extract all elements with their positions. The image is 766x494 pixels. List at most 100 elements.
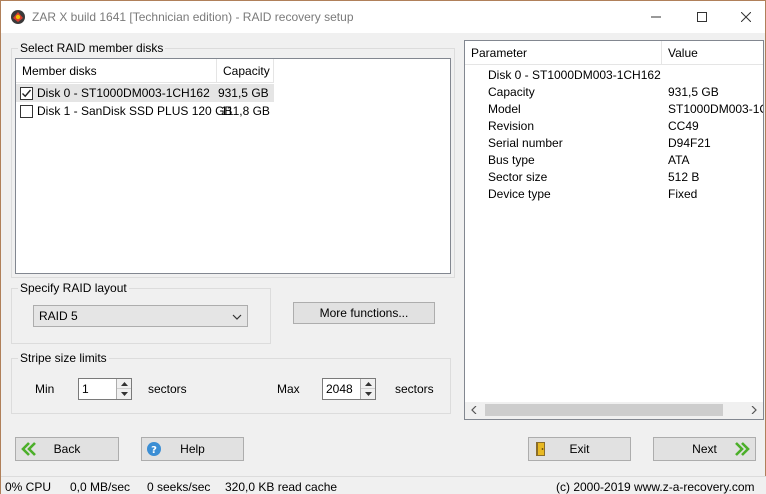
disk-0-name: Disk 0 - ST1000DM003-1CH162 <box>37 86 210 100</box>
arrow-up-icon <box>120 381 128 386</box>
close-icon <box>741 12 751 22</box>
stripe-min-decrement[interactable] <box>117 389 131 399</box>
checkmark-icon <box>22 89 32 97</box>
stripe-min-spin-buttons <box>116 379 131 399</box>
property-name: Device type <box>488 187 551 201</box>
raid-layout-group-label: Specify RAID layout <box>18 281 129 295</box>
property-row: Device type Fixed <box>465 186 763 203</box>
property-row: Serial number D94F21 <box>465 135 763 152</box>
window-title: ZAR X build 1641 [Technician edition) - … <box>32 10 354 24</box>
next-button-label: Next <box>692 442 717 456</box>
back-button[interactable]: Back <box>15 437 119 461</box>
help-button-label: Help <box>180 442 205 456</box>
property-value: 931,5 GB <box>668 85 719 99</box>
main-window: ZAR X build 1641 [Technician edition) - … <box>0 0 766 494</box>
property-name: Revision <box>488 119 535 133</box>
property-row: Bus type ATA <box>465 152 763 169</box>
more-functions-button[interactable]: More functions... <box>293 302 435 324</box>
scroll-left-icon[interactable] <box>470 406 478 414</box>
arrow-down-icon <box>120 392 128 396</box>
maximize-button[interactable] <box>679 1 725 33</box>
close-button[interactable] <box>723 1 766 33</box>
property-name: Bus type <box>488 153 535 167</box>
double-chevron-right-icon <box>735 442 750 456</box>
properties-heading: Disk 0 - ST1000DM003-1CH162 <box>488 68 661 82</box>
properties-heading-row: Disk 0 - ST1000DM003-1CH162 <box>465 67 763 84</box>
stripe-min-stepper[interactable]: 1 <box>78 378 132 400</box>
stripe-min-increment[interactable] <box>117 379 131 389</box>
stripe-max-spin-buttons <box>360 379 375 399</box>
scrollbar-thumb[interactable] <box>485 404 723 416</box>
back-button-label: Back <box>53 442 81 456</box>
column-header-value[interactable]: Value <box>662 41 763 65</box>
exit-button[interactable]: Exit <box>528 437 631 461</box>
property-name: Capacity <box>488 85 535 99</box>
disk-1-checkbox[interactable] <box>20 104 33 118</box>
raid-layout-select[interactable]: RAID 5 <box>33 305 248 327</box>
chevron-down-icon <box>232 314 242 320</box>
help-icon: ? <box>147 442 161 456</box>
stripe-min-value: 1 <box>82 382 89 396</box>
properties-horizontal-scrollbar[interactable] <box>465 402 763 419</box>
property-value: Fixed <box>668 187 698 201</box>
scroll-right-icon[interactable] <box>750 406 758 414</box>
disk-0-checkbox[interactable] <box>20 86 33 100</box>
disk-row-1[interactable]: Disk 1 - SanDisk SSD PLUS 120 GB 111,8 G… <box>16 102 274 120</box>
disk-0-capacity: 931,5 GB <box>217 86 269 100</box>
property-value: 512 B <box>668 170 700 184</box>
disk-properties-panel[interactable]: Parameter Value Disk 0 - ST1000DM003-1CH… <box>464 40 764 420</box>
status-throughput: 0,0 MB/sec <box>70 480 131 494</box>
member-disks-list[interactable]: Member disks Capacity Disk 0 - ST1000DM0… <box>15 58 451 274</box>
stripe-max-label: Max <box>277 382 300 396</box>
double-chevron-left-icon <box>21 442 36 456</box>
property-row: Model ST1000DM003-1CH <box>465 101 763 118</box>
stripe-max-increment[interactable] <box>361 379 375 389</box>
disk-1-name: Disk 1 - SanDisk SSD PLUS 120 GB <box>37 104 233 118</box>
title-bar: ZAR X build 1641 [Technician edition) - … <box>1 1 765 33</box>
stripe-size-group-label: Stripe size limits <box>18 351 109 365</box>
help-button[interactable]: ? Help <box>141 437 244 461</box>
property-row: Revision CC49 <box>465 118 763 135</box>
property-name: Serial number <box>488 136 563 150</box>
raid-layout-group: Specify RAID layout RAID 5 <box>11 281 271 344</box>
property-value: CC49 <box>668 119 699 133</box>
disk-row-0[interactable]: Disk 0 - ST1000DM003-1CH162 931,5 GB <box>16 84 274 102</box>
stripe-min-label: Min <box>35 382 55 396</box>
app-logo-icon <box>10 9 26 25</box>
status-cpu: 0% CPU <box>5 480 52 494</box>
stripe-min-unit: sectors <box>148 382 187 396</box>
stripe-max-stepper[interactable]: 2048 <box>322 378 376 400</box>
stripe-size-group: Stripe size limits Min 1 sectors Max 204… <box>11 351 451 414</box>
arrow-up-icon <box>364 381 372 386</box>
column-header-member-disks[interactable]: Member disks <box>16 59 217 83</box>
exit-button-label: Exit <box>569 442 590 456</box>
next-button[interactable]: Next <box>653 437 756 461</box>
maximize-icon <box>697 12 707 22</box>
column-header-parameter[interactable]: Parameter <box>465 41 662 65</box>
property-value: ST1000DM003-1CH <box>668 102 763 116</box>
exit-door-icon <box>536 442 545 456</box>
status-seeks: 0 seeks/sec <box>147 480 211 494</box>
member-disks-group: Select RAID member disks Member disks Ca… <box>11 41 455 278</box>
member-disks-list-header: Member disks Capacity <box>16 59 274 83</box>
stripe-max-decrement[interactable] <box>361 389 375 399</box>
column-header-capacity[interactable]: Capacity <box>217 59 274 83</box>
property-row: Sector size 512 B <box>465 169 763 186</box>
status-copyright: (c) 2000-2019 www.z-a-recovery.com <box>556 480 755 494</box>
raid-layout-selected-value: RAID 5 <box>39 309 78 323</box>
status-read-cache: 320,0 KB read cache <box>225 480 338 494</box>
stripe-max-unit: sectors <box>395 382 434 396</box>
svg-text:?: ? <box>151 445 157 456</box>
property-value: ATA <box>668 153 690 167</box>
properties-header: Parameter Value <box>465 41 763 65</box>
stripe-max-value: 2048 <box>326 382 353 396</box>
minimize-button[interactable] <box>633 1 679 33</box>
member-disks-group-label: Select RAID member disks <box>18 41 166 55</box>
arrow-down-icon <box>364 392 372 396</box>
property-name: Sector size <box>488 170 548 184</box>
minimize-icon <box>651 16 661 18</box>
property-name: Model <box>488 102 521 116</box>
status-bar: 0% CPU 0,0 MB/sec 0 seeks/sec 320,0 KB r… <box>1 476 766 494</box>
property-value: D94F21 <box>668 136 711 150</box>
property-row: Capacity 931,5 GB <box>465 84 763 101</box>
